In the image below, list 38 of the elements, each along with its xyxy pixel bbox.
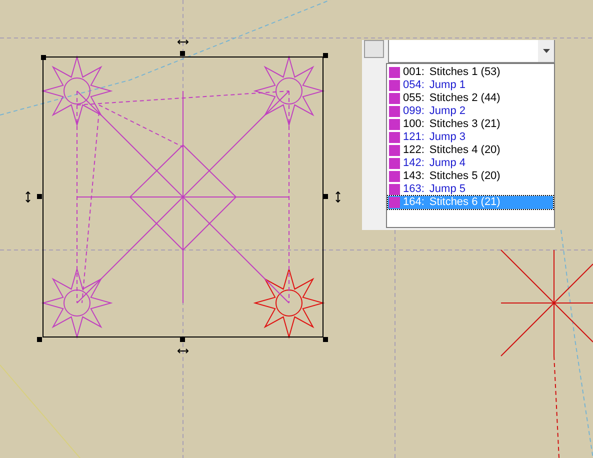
stitch-number: 100:: [403, 118, 424, 131]
resize-arrow-icon[interactable]: [177, 40, 189, 44]
stitch-label: Jump 4: [429, 157, 466, 170]
jump-list-item[interactable]: 121: Jump 3: [388, 131, 553, 144]
stitch-label: Stitches 6 (21): [429, 196, 500, 209]
stitch-list-item[interactable]: 100: Stitches 3 (21): [388, 118, 553, 131]
stitch-label: Jump 5: [429, 183, 466, 196]
jump-list-item[interactable]: 099: Jump 2: [388, 105, 553, 118]
stitch-label: Jump 2: [429, 105, 466, 118]
stitch-number: 164:: [403, 196, 424, 209]
stitch-list-item[interactable]: 122: Stitches 4 (20): [388, 144, 553, 157]
stitch-number: 001:: [403, 66, 424, 79]
resize-arrow-icon[interactable]: [177, 348, 189, 354]
stitch-number: 142:: [403, 157, 424, 170]
stitch-number: 055:: [403, 92, 424, 105]
stitch-label: Stitches 5 (20): [429, 170, 500, 183]
jump-list-item[interactable]: 054: Jump 1: [388, 79, 553, 92]
stitch-list-item[interactable]: 143: Stitches 5 (20): [388, 170, 553, 183]
resize-arrow-icon[interactable]: [26, 191, 30, 203]
stitch-number: 099:: [403, 105, 424, 118]
stitch-list-item[interactable]: 001: Stitches 1 (53): [388, 66, 553, 79]
thread-dropdown[interactable]: [388, 40, 555, 63]
stitch-label: Stitches 2 (44): [429, 92, 500, 105]
stitch-number: 163:: [403, 183, 424, 196]
stitch-label: Jump 1: [429, 79, 466, 92]
jump-list-item[interactable]: 142: Jump 4: [388, 157, 553, 170]
stitch-number: 122:: [403, 144, 424, 157]
stitch-number: 054:: [403, 79, 424, 92]
stitch-list-item[interactable]: 055: Stitches 2 (44): [388, 92, 553, 105]
stitch-number: 121:: [403, 131, 424, 144]
stitch-label: Stitches 3 (21): [429, 118, 500, 131]
stitch-label: Stitches 1 (53): [429, 66, 500, 79]
stitch-label: Stitches 4 (20): [429, 144, 500, 157]
dropdown-arrow-icon[interactable]: [542, 49, 550, 53]
stitch-number: 143:: [403, 170, 424, 183]
stitch-label: Jump 3: [429, 131, 466, 144]
resize-arrow-icon[interactable]: [336, 191, 340, 203]
jump-list-item[interactable]: 163: Jump 5: [388, 183, 553, 196]
